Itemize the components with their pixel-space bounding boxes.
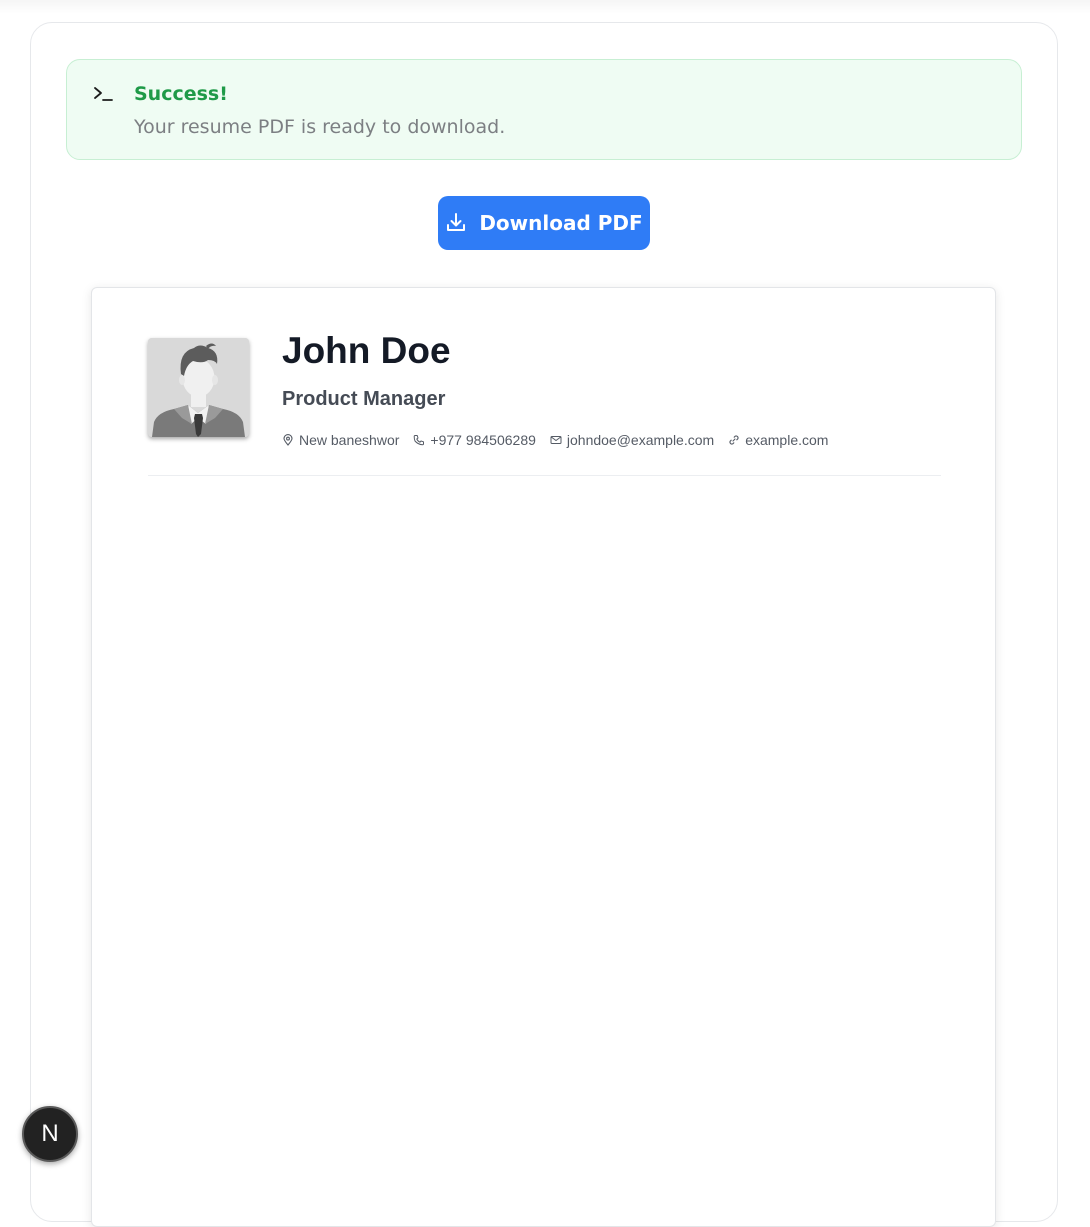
success-alert: Success! Your resume PDF is ready to dow… [66,59,1022,160]
link-icon [729,435,739,445]
terminal-icon [94,87,113,101]
contact-info: New baneshwor +977 984506289 johndoe@exa… [282,432,828,448]
email-text: johndoe@example.com [566,432,715,448]
mail-icon [550,436,562,444]
website-text: example.com [745,432,829,448]
person-name: John Doe [282,330,451,371]
nextjs-logo-icon: N [41,1120,59,1147]
contact-location: New baneshwor [282,432,399,448]
alert-title: Success! [134,83,228,105]
avatar [148,338,249,437]
location-text: New baneshwor [299,432,400,448]
map-pin-icon [283,434,293,446]
nextjs-dev-indicator-button[interactable]: N [22,1106,78,1162]
top-shadow [0,0,1090,14]
download-icon [447,213,466,231]
contact-email: johndoe@example.com [550,432,714,448]
contact-phone: +977 984506289 [413,432,536,448]
person-title: Product Manager [282,388,446,410]
phone-text: +977 984506289 [430,432,536,448]
download-pdf-label: Download PDF [479,211,643,235]
contact-website: example.com [728,432,828,448]
download-pdf-button[interactable]: Download PDF [438,196,650,250]
avatar-placeholder-icon [148,338,249,437]
resume-preview: John Doe Product Manager New baneshwor +… [91,287,996,1227]
alert-message: Your resume PDF is ready to download. [134,116,506,138]
header-divider [148,475,941,476]
phone-icon [414,435,425,446]
